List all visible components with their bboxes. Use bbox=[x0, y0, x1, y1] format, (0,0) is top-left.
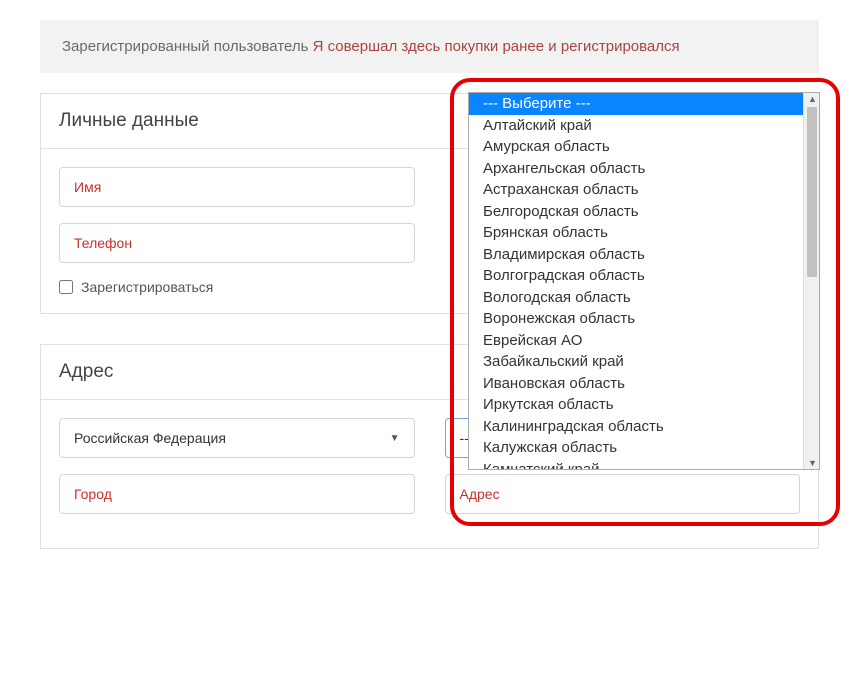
registered-user-alert: Зарегистрированный пользователь Я соверш… bbox=[40, 20, 819, 73]
chevron-down-icon: ▼ bbox=[390, 433, 400, 444]
alert-prefix: Зарегистрированный пользователь bbox=[62, 38, 313, 55]
region-option[interactable]: Брянская область bbox=[469, 222, 803, 244]
scroll-up-icon[interactable]: ▲ bbox=[808, 94, 817, 104]
scroll-down-icon[interactable]: ▼ bbox=[808, 458, 817, 468]
region-option[interactable]: Вологодская область bbox=[469, 287, 803, 309]
region-dropdown-list[interactable]: --- Выберите ---Алтайский крайАмурская о… bbox=[469, 93, 803, 469]
region-option[interactable]: Волгоградская область bbox=[469, 265, 803, 287]
region-option[interactable]: Калужская область bbox=[469, 437, 803, 459]
region-option[interactable]: Астраханская область bbox=[469, 179, 803, 201]
login-link[interactable]: Я совершал здесь покупки ранее и регистр… bbox=[313, 38, 680, 55]
scrollbar[interactable]: ▲ ▼ bbox=[803, 93, 819, 469]
region-option[interactable]: --- Выберите --- bbox=[469, 93, 803, 115]
region-option[interactable]: Амурская область bbox=[469, 136, 803, 158]
region-option[interactable]: Алтайский край bbox=[469, 115, 803, 137]
region-option[interactable]: Архангельская область bbox=[469, 158, 803, 180]
country-select[interactable]: Российская Федерация ▼ bbox=[59, 418, 415, 458]
region-option[interactable]: Ивановская область bbox=[469, 373, 803, 395]
register-label: Зарегистрироваться bbox=[81, 279, 213, 295]
region-option[interactable]: Забайкальский край bbox=[469, 351, 803, 373]
city-input[interactable]: Город bbox=[59, 474, 415, 514]
region-option[interactable]: Калининградская область bbox=[469, 416, 803, 438]
region-option[interactable]: Воронежская область bbox=[469, 308, 803, 330]
region-option[interactable]: Камчатский край bbox=[469, 459, 803, 470]
region-dropdown: --- Выберите ---Алтайский крайАмурская о… bbox=[468, 92, 820, 470]
scrollbar-thumb[interactable] bbox=[807, 107, 817, 277]
region-option[interactable]: Белгородская область bbox=[469, 201, 803, 223]
region-option[interactable]: Иркутская область bbox=[469, 394, 803, 416]
address-input[interactable]: Адрес bbox=[445, 474, 801, 514]
region-option[interactable]: Владимирская область bbox=[469, 244, 803, 266]
name-input[interactable]: Имя bbox=[59, 167, 415, 207]
region-option[interactable]: Еврейская АО bbox=[469, 330, 803, 352]
register-checkbox[interactable] bbox=[59, 280, 73, 294]
country-value: Российская Федерация bbox=[74, 430, 226, 446]
phone-input[interactable]: Телефон bbox=[59, 223, 415, 263]
